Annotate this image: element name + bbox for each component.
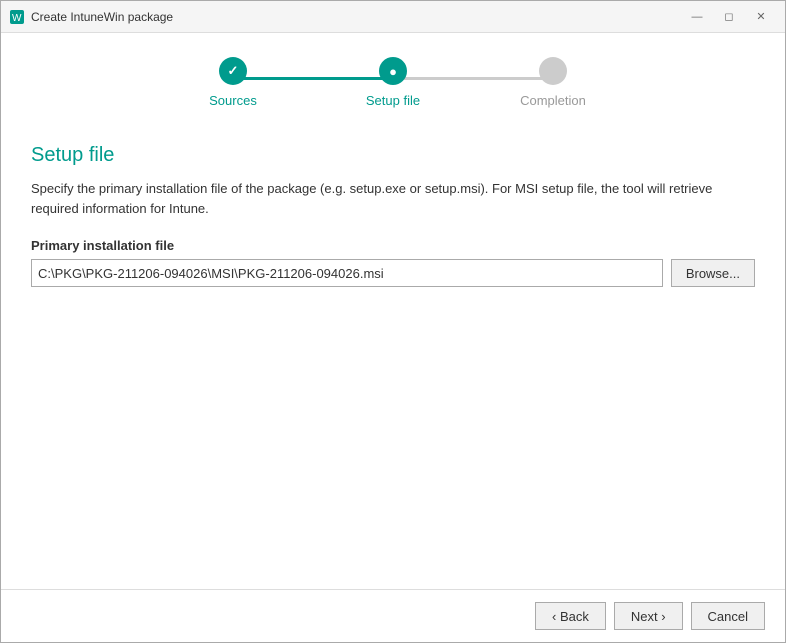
step-setup-file: ● Setup file [313,57,473,108]
back-button[interactable]: ‹ Back [535,602,606,630]
main-content: Setup file Specify the primary installat… [1,124,785,589]
step-completion-circle [539,57,567,85]
titlebar: W Create IntuneWin package — ◻ ✕ [1,1,785,33]
field-label: Primary installation file [31,238,755,253]
next-button[interactable]: Next › [614,602,683,630]
footer: ‹ Back Next › Cancel [1,589,785,642]
step-sources: ✓ Sources [153,57,313,108]
browse-button[interactable]: Browse... [671,259,755,287]
step-setup-circle: ● [379,57,407,85]
app-window: W Create IntuneWin package — ◻ ✕ ✓ Sourc… [0,0,786,643]
app-icon: W [9,9,25,25]
svg-text:W: W [12,13,22,24]
primary-installation-file-input[interactable] [31,259,663,287]
stepper: ✓ Sources ● Setup file Completion [1,33,785,124]
step-completion: Completion [473,57,633,108]
step-sources-circle: ✓ [219,57,247,85]
close-button[interactable]: ✕ [745,5,777,29]
cancel-button[interactable]: Cancel [691,602,765,630]
maximize-button[interactable]: ◻ [713,5,745,29]
field-row: Browse... [31,259,755,287]
minimize-button[interactable]: — [681,5,713,29]
step-setup-dot: ● [389,64,397,79]
step-completion-label: Completion [520,93,586,108]
step-sources-label: Sources [209,93,257,108]
section-title: Setup file [31,144,755,167]
step-setup-label: Setup file [366,93,420,108]
window-title: Create IntuneWin package [31,10,681,24]
description-text: Specify the primary installation file of… [31,179,755,218]
window-controls: — ◻ ✕ [681,5,777,29]
checkmark-icon: ✓ [228,63,239,79]
